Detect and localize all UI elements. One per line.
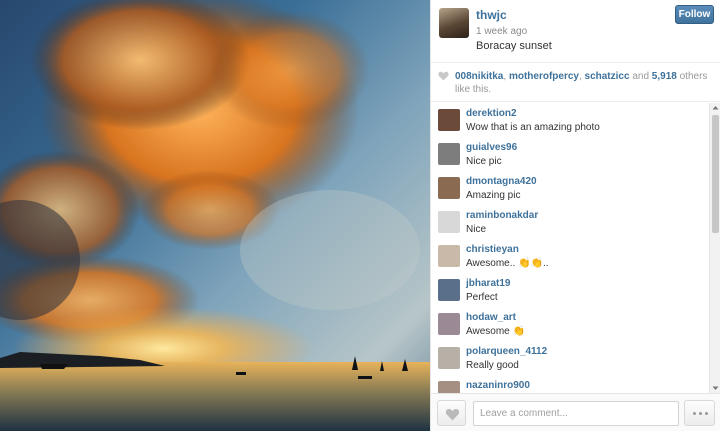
- comments-scrollbar[interactable]: [709, 103, 720, 393]
- heart-icon: [445, 408, 460, 421]
- comment-item: guialves96 Nice pic: [431, 137, 709, 171]
- commenter-username[interactable]: derektion2: [466, 108, 517, 119]
- post-caption: Boracay sunset: [476, 40, 552, 52]
- comment-text: Nice: [466, 224, 487, 235]
- post-header: thwjc 1 week ago Boracay sunset Follow: [431, 0, 720, 62]
- commenter-avatar[interactable]: [438, 313, 460, 335]
- ellipsis-icon: [699, 412, 702, 415]
- commenter-username[interactable]: dmontagna420: [466, 176, 537, 187]
- commenter-avatar[interactable]: [438, 109, 460, 131]
- comment-text: Really good: [466, 360, 519, 371]
- commenter-avatar[interactable]: [438, 347, 460, 369]
- likes-count[interactable]: 5,918: [652, 71, 677, 82]
- triangle-up-icon[interactable]: [710, 103, 720, 113]
- commenter-avatar[interactable]: [438, 279, 460, 301]
- comment-input[interactable]: [473, 401, 679, 426]
- post-timestamp[interactable]: 1 week ago: [476, 26, 527, 37]
- comment-text: Wow that is an amazing photo: [466, 122, 600, 133]
- comments-list[interactable]: derektion2 Wow that is an amazing photo …: [431, 103, 720, 393]
- triangle-down-icon[interactable]: [710, 383, 720, 393]
- comment-item: raminbonakdar Nice: [431, 205, 709, 239]
- liker-username[interactable]: 008nikitka: [455, 71, 503, 82]
- commenter-username[interactable]: raminbonakdar: [466, 210, 538, 221]
- comment-item: derektion2 Wow that is an amazing photo: [431, 103, 709, 137]
- commenter-avatar[interactable]: [438, 245, 460, 267]
- commenter-username[interactable]: polarqueen_4112: [466, 346, 547, 357]
- comment-text: Awesome.. 👏👏..: [466, 258, 549, 269]
- comment-item: christieyan Awesome.. 👏👏..: [431, 239, 709, 273]
- owner-username[interactable]: thwjc: [476, 8, 507, 22]
- commenter-avatar[interactable]: [438, 177, 460, 199]
- ellipsis-icon: [693, 412, 696, 415]
- commenter-avatar[interactable]: [438, 381, 460, 393]
- likes-text: 008nikitka, motherofpercy, schatzicc and…: [455, 70, 709, 96]
- comment-text: Perfect: [466, 292, 498, 303]
- commenter-avatar[interactable]: [438, 211, 460, 233]
- comment-text: Nice pic: [466, 156, 502, 167]
- commenter-username[interactable]: christieyan: [466, 244, 519, 255]
- post-side-panel: thwjc 1 week ago Boracay sunset Follow 0…: [430, 0, 720, 431]
- sunset-photo-image: [0, 0, 430, 431]
- owner-avatar[interactable]: [439, 8, 469, 38]
- likes-summary: 008nikitka, motherofpercy, schatzicc and…: [431, 62, 720, 102]
- commenter-username[interactable]: jbharat19: [466, 278, 510, 289]
- heart-icon: [438, 71, 449, 81]
- commenter-username[interactable]: guialves96: [466, 142, 517, 153]
- comment-item: hodaw_art Awesome 👏: [431, 307, 709, 341]
- comment-item: dmontagna420 Amazing pic: [431, 171, 709, 205]
- post-photo: [0, 0, 430, 431]
- comment-item: nazaninro900: [431, 375, 709, 393]
- liker-username[interactable]: motherofpercy: [509, 71, 579, 82]
- liker-username[interactable]: schatzicc: [585, 71, 630, 82]
- follow-button[interactable]: Follow: [675, 5, 714, 24]
- comment-item: polarqueen_4112 Really good: [431, 341, 709, 375]
- comment-composer: [431, 393, 720, 431]
- scrollbar-thumb[interactable]: [712, 115, 719, 233]
- likes-and: and: [629, 71, 652, 82]
- ellipsis-icon: [705, 412, 708, 415]
- comment-text: Amazing pic: [466, 190, 521, 201]
- commenter-avatar[interactable]: [438, 143, 460, 165]
- commenter-username[interactable]: hodaw_art: [466, 312, 516, 323]
- comment-text: Awesome 👏: [466, 326, 525, 337]
- more-options-button[interactable]: [684, 400, 715, 426]
- commenter-username[interactable]: nazaninro900: [466, 380, 530, 391]
- like-button[interactable]: [437, 400, 466, 426]
- comment-item: jbharat19 Perfect: [431, 273, 709, 307]
